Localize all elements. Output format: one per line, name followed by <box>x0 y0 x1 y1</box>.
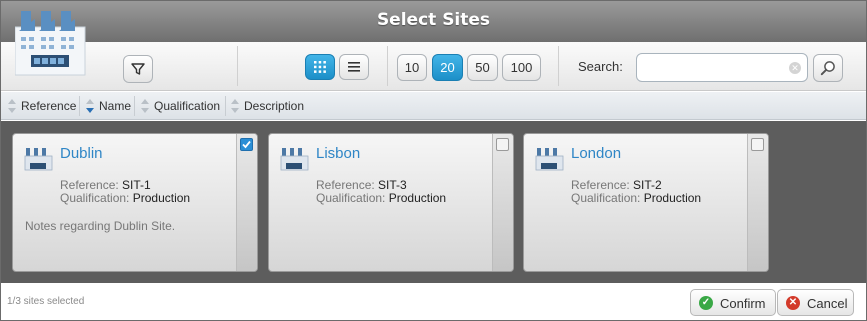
confirm-label: Confirm <box>720 296 766 311</box>
sort-label: Qualification <box>154 99 221 113</box>
dialog-footer: 1/3 sites selected ✓ Confirm ✕ Cancel <box>1 283 866 320</box>
sites-logo-icon <box>15 11 86 76</box>
clear-search-icon[interactable]: ✕ <box>789 62 801 74</box>
qualification-line: Qualification: Production <box>60 191 191 205</box>
confirm-button[interactable]: ✓ Confirm <box>690 289 776 316</box>
grid-icon <box>314 60 326 73</box>
site-notes: Notes regarding Dublin Site. <box>25 219 176 233</box>
sort-by-reference[interactable]: Reference <box>3 92 77 120</box>
filter-button[interactable] <box>123 55 153 83</box>
toolbar-divider <box>237 46 238 86</box>
selection-strip <box>236 134 257 271</box>
list-icon <box>348 61 360 72</box>
toolbar-divider <box>558 46 559 86</box>
site-name[interactable]: London <box>571 145 621 162</box>
list-view-button[interactable] <box>339 54 369 80</box>
qualification-line: Qualification: Production <box>316 191 447 205</box>
sort-by-description[interactable]: Description <box>226 92 310 120</box>
reference-line: Reference: SIT-3 <box>316 178 407 192</box>
sort-by-name[interactable]: Name <box>81 92 133 120</box>
site-card-london[interactable]: London Reference: SIT-2 Qualification: P… <box>523 133 769 272</box>
select-sites-dialog: Select Sites 10 20 50 100 Search: ✕ Refe… <box>0 0 867 321</box>
checkmark-icon <box>242 140 251 149</box>
sort-divider <box>79 96 80 116</box>
reference-line: Reference: SIT-2 <box>571 178 662 192</box>
check-circle-icon: ✓ <box>699 296 713 310</box>
toolbar: 10 20 50 100 Search: ✕ <box>1 42 866 91</box>
page-size-50-button[interactable]: 50 <box>467 54 498 81</box>
site-card-lisbon[interactable]: Lisbon Reference: SIT-3 Qualification: P… <box>268 133 514 272</box>
sort-divider <box>134 96 135 116</box>
qualification-line: Qualification: Production <box>571 191 702 205</box>
selection-strip <box>747 134 768 271</box>
toolbar-divider <box>387 46 388 86</box>
sort-arrows-icon <box>8 99 16 113</box>
site-checkbox[interactable] <box>240 138 253 151</box>
page-size-10-button[interactable]: 10 <box>397 54 427 81</box>
title-bar: Select Sites <box>1 1 866 42</box>
sort-label: Reference <box>21 99 77 113</box>
factory-icon <box>24 148 53 171</box>
site-card-dublin[interactable]: Dublin Reference: SIT-1 Qualification: P… <box>12 133 258 272</box>
factory-icon <box>535 148 564 171</box>
search-label: Search: <box>578 59 623 74</box>
factory-icon <box>280 148 309 171</box>
cancel-button[interactable]: ✕ Cancel <box>777 289 854 316</box>
site-name[interactable]: Lisbon <box>316 145 360 162</box>
search-input[interactable] <box>643 58 783 78</box>
sort-desc-icon <box>86 99 94 113</box>
page-size-100-button[interactable]: 100 <box>502 54 541 81</box>
sort-bar: Reference Name Qualification Description <box>1 92 866 120</box>
grid-view-button[interactable] <box>305 54 335 80</box>
cancel-label: Cancel <box>807 296 848 311</box>
sort-by-qualification[interactable]: Qualification <box>136 92 224 120</box>
page-size-20-button[interactable]: 20 <box>432 54 463 81</box>
search-button[interactable] <box>813 54 843 82</box>
search-field: ✕ <box>636 53 808 82</box>
filter-icon <box>131 63 145 75</box>
sort-label: Description <box>244 99 305 113</box>
site-name[interactable]: Dublin <box>60 145 103 162</box>
site-cards-area: Dublin Reference: SIT-1 Qualification: P… <box>1 121 866 283</box>
close-circle-icon: ✕ <box>786 296 800 310</box>
sort-arrows-icon <box>141 99 149 113</box>
selection-status: 1/3 sites selected <box>7 296 85 307</box>
site-checkbox[interactable] <box>496 138 509 151</box>
selection-strip <box>492 134 513 271</box>
magnifier-icon <box>820 61 835 76</box>
sort-arrows-icon <box>231 99 239 113</box>
dialog-title: Select Sites <box>376 10 491 30</box>
reference-line: Reference: SIT-1 <box>60 178 151 192</box>
sort-label: Name <box>99 99 132 113</box>
site-checkbox[interactable] <box>751 138 764 151</box>
